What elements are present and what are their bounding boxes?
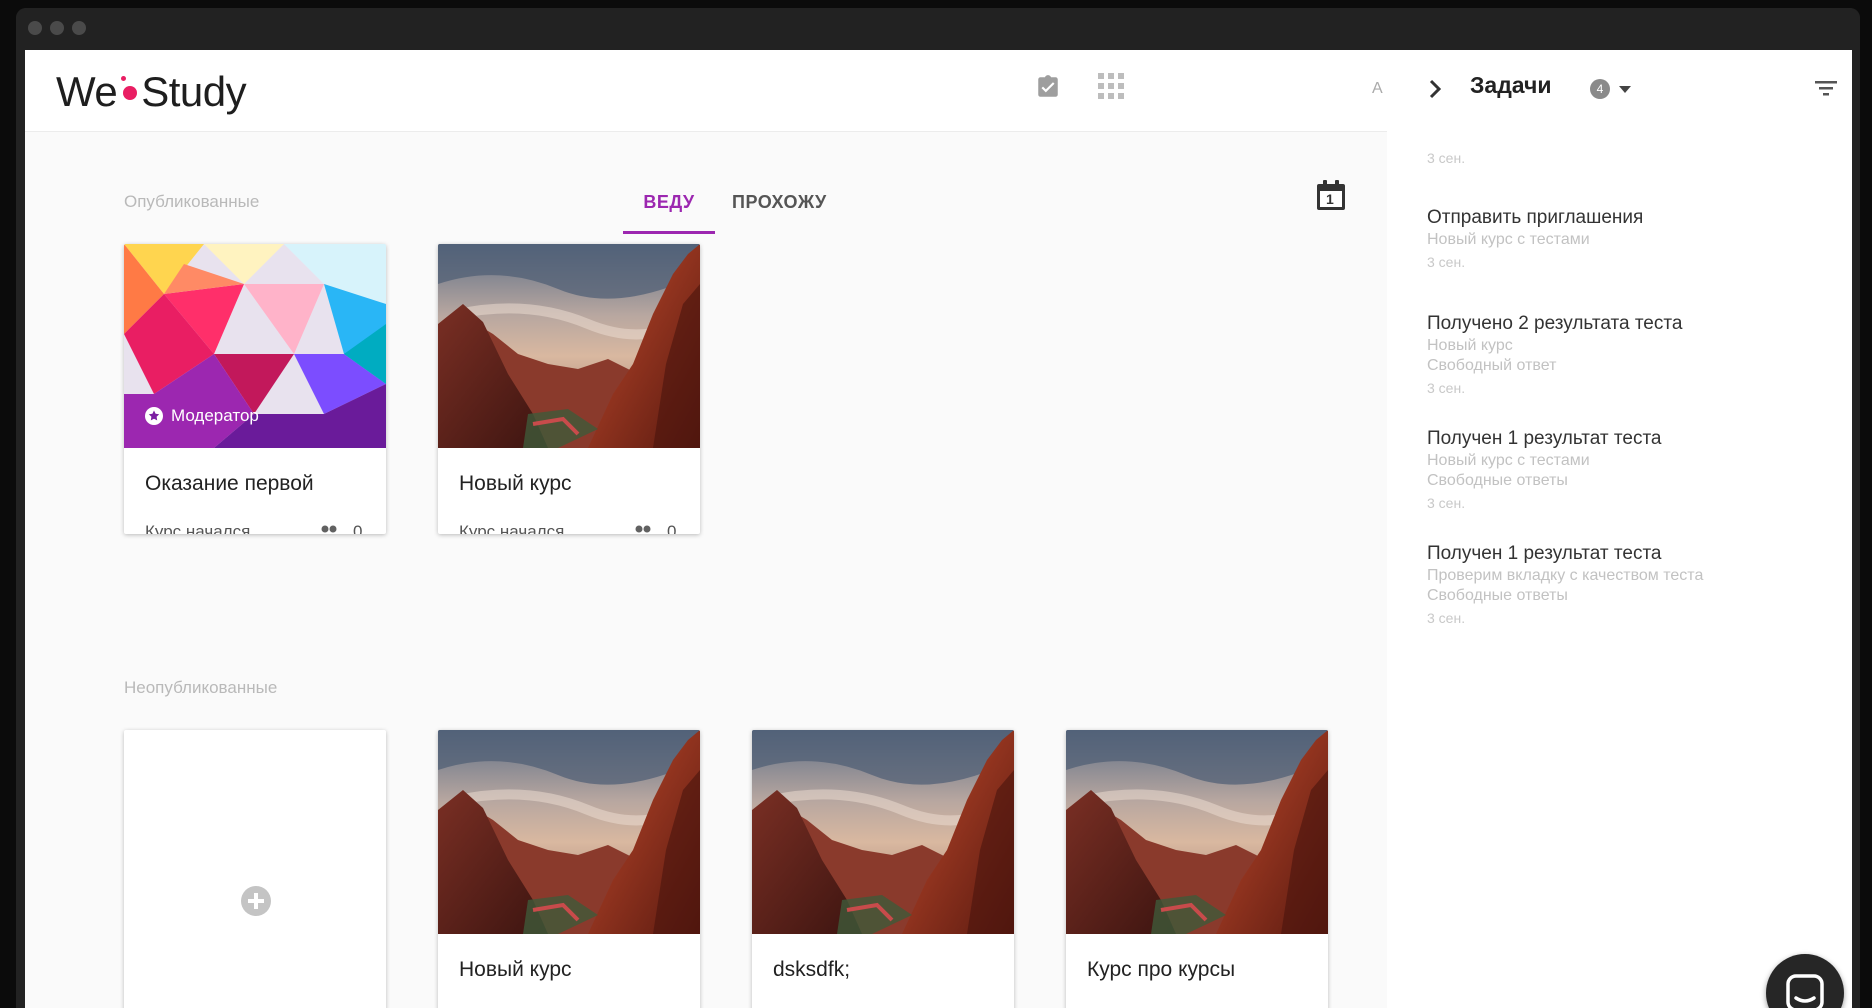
task-detail: Свободные ответы (1427, 472, 1568, 489)
add-course-card[interactable] (124, 730, 386, 1008)
add-circle-icon (241, 886, 271, 916)
task-detail: Свободный ответ (1427, 357, 1557, 374)
a-label: A (1372, 80, 1383, 97)
logo-left-text: We (56, 68, 118, 115)
app-window: We Study Опубликованные ВЕДУ ПРОХОЖУ 1 М… (16, 8, 1860, 1008)
task-date-top: 3 сен. (1427, 150, 1466, 166)
participants-count: 0 (353, 522, 363, 534)
tasks-count: 4 (1596, 82, 1604, 96)
chat-icon (1786, 974, 1824, 1008)
tab-prohozhu[interactable]: ПРОХОЖУ (732, 192, 827, 213)
moderator-label: Модератор (171, 406, 259, 425)
course-status: Курс начался (459, 522, 565, 534)
chevron-right-icon[interactable] (1427, 78, 1443, 100)
task-item[interactable]: Получен 1 результат теста Проверим вклад… (1427, 542, 1827, 628)
tasks-panel-title: Задачи (1470, 72, 1552, 98)
course-image (438, 244, 700, 448)
moderator-badge: Модератор (145, 406, 259, 426)
course-card[interactable]: dsksdfk; (752, 730, 1014, 1008)
people-icon (635, 525, 651, 533)
tasks-count-badge: 4 (1590, 79, 1610, 99)
filter-icon[interactable] (1814, 78, 1838, 98)
window-close-button[interactable] (28, 21, 42, 35)
task-title: Получено 2 результата теста (1427, 313, 1683, 334)
task-course: Новый курс (1427, 337, 1513, 354)
window-maximize-button[interactable] (72, 21, 86, 35)
course-title: Новый курс (459, 958, 572, 981)
moderator-star-icon (145, 407, 163, 425)
task-course: Новый курс с тестами (1427, 452, 1590, 469)
window-minimize-button[interactable] (50, 21, 64, 35)
course-card[interactable]: Модератор Оказание первой Курс начался 0 (124, 244, 386, 534)
tab-vedu[interactable]: ВЕДУ (623, 192, 715, 234)
task-course: Новый курс с тестами (1427, 231, 1590, 248)
logo-right-text: Study (141, 68, 247, 115)
logo-dot-icon (121, 75, 138, 100)
task-date: 3 сен. (1427, 380, 1466, 396)
app-content: We Study Опубликованные ВЕДУ ПРОХОЖУ 1 М… (25, 50, 1852, 1008)
course-image (1066, 730, 1328, 934)
apps-grid-icon[interactable] (1097, 72, 1125, 100)
task-title: Отправить приглашения (1427, 207, 1644, 228)
course-card[interactable]: Новый курс (438, 730, 700, 1008)
course-card[interactable]: Новый курс Курс начался 0 (438, 244, 700, 534)
task-item[interactable]: Получен 1 результат теста Новый курс с т… (1427, 427, 1827, 513)
task-title: Получен 1 результат теста (1427, 428, 1662, 449)
logo[interactable]: We Study (56, 68, 247, 116)
caret-down-icon[interactable] (1619, 86, 1631, 94)
course-title: Курс про курсы (1087, 958, 1236, 981)
window-titlebar (16, 8, 1860, 50)
participants-count: 0 (667, 522, 677, 534)
task-item[interactable]: Получено 2 результата теста Новый курс С… (1427, 312, 1827, 398)
course-title: Новый курс (459, 472, 572, 495)
task-course: Проверим вкладку с качеством теста (1427, 567, 1704, 584)
calendar-button[interactable]: 1 (1314, 178, 1348, 212)
calendar-day: 1 (1326, 191, 1334, 207)
task-title: Получен 1 результат теста (1427, 543, 1662, 564)
course-card[interactable]: Курс про курсы (1066, 730, 1328, 1008)
task-item[interactable]: Отправить приглашения Новый курс с теста… (1427, 206, 1827, 272)
task-date: 3 сен. (1427, 254, 1466, 270)
task-date: 3 сен. (1427, 495, 1466, 511)
course-title: Оказание первой (145, 472, 314, 495)
tasks-check-icon[interactable] (1035, 74, 1061, 100)
published-section-title: Опубликованные (124, 192, 260, 211)
task-detail: Свободные ответы (1427, 587, 1568, 604)
top-header: We Study (25, 50, 1387, 132)
tasks-panel: A Задачи 4 3 сен. Отправить приглашения … (1372, 50, 1852, 1008)
course-title: dsksdfk; (773, 958, 851, 981)
course-status: Курс начался (145, 522, 251, 534)
course-image (438, 730, 700, 934)
unpublished-section-title: Неопубликованные (124, 678, 278, 697)
task-date: 3 сен. (1427, 610, 1466, 626)
people-icon (321, 525, 337, 533)
course-image (752, 730, 1014, 934)
